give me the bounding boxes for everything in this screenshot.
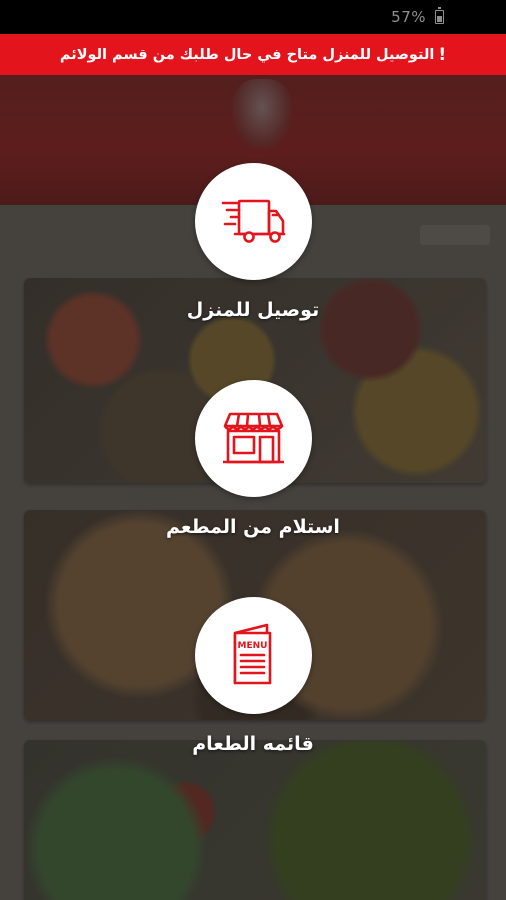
restaurant-pickup-label: استلام من المطعم — [166, 516, 340, 538]
home-delivery-option[interactable]: توصيل للمنزل — [0, 163, 506, 333]
app-screen: 57% ! التوصيل للمنزل متاح في حال طلبك من… — [0, 0, 506, 900]
battery-icon — [435, 7, 444, 24]
notice-text: التوصيل للمنزل متاح في حال طلبك من قسم ا… — [59, 46, 435, 63]
storefront-icon — [223, 412, 284, 464]
restaurant-pickup-button[interactable] — [195, 380, 312, 497]
status-bar: 57% — [0, 0, 506, 34]
food-menu-option[interactable]: MENU قائمه الطعام — [0, 597, 506, 767]
home-delivery-button[interactable] — [195, 163, 312, 280]
menu-icon-text: MENU — [238, 641, 268, 651]
delivery-truck-icon — [221, 199, 286, 243]
menu-icon: MENU — [233, 623, 272, 685]
battery-percent: 57% — [391, 8, 426, 26]
food-menu-label: قائمه الطعام — [192, 733, 314, 755]
restaurant-pickup-option[interactable]: استلام من المطعم — [0, 380, 506, 550]
food-menu-button[interactable]: MENU — [195, 597, 312, 714]
exclamation-icon: ! — [438, 44, 447, 65]
notice-banner: ! التوصيل للمنزل متاح في حال طلبك من قسم… — [0, 34, 506, 75]
home-delivery-label: توصيل للمنزل — [186, 299, 320, 321]
